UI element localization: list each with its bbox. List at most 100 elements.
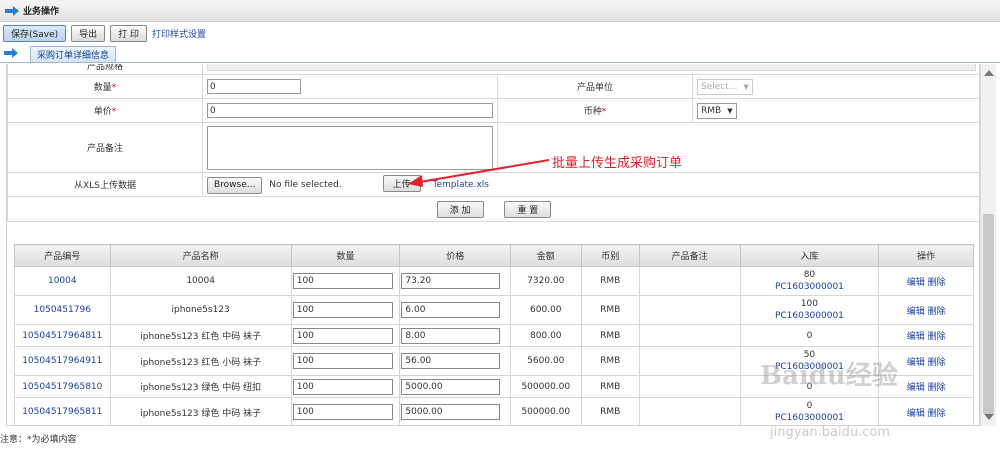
note: [638, 266, 741, 296]
required-mark: *: [111, 107, 117, 117]
col-header-amount: 金额: [510, 244, 582, 267]
edit-link[interactable]: 编辑: [907, 332, 925, 342]
currency: RMB: [580, 346, 640, 376]
col-header-note: 产品备注: [638, 244, 741, 267]
price-cell: 8.00: [399, 324, 512, 347]
note: [638, 295, 741, 325]
add-button[interactable]: 添 加: [436, 200, 484, 218]
print-settings-link[interactable]: 打印样式设置: [152, 27, 206, 40]
delete-link[interactable]: 删除: [928, 278, 946, 288]
order-items-table: 产品编号 产品名称 数量 价格 金额 币别 产品备注 入库 操作 10004 1…: [14, 244, 974, 425]
chevron-down-icon: ▼: [727, 106, 733, 115]
currency-label-text: 币种: [583, 107, 602, 117]
tab-order-detail[interactable]: 采购订单详细信息: [30, 46, 117, 62]
qty-cell: 100: [290, 397, 401, 425]
table-row: 10504517964811 iphone5s123 红色 中码 袜子 100 …: [14, 324, 974, 347]
row-price-input[interactable]: 5000.00: [401, 404, 501, 420]
delete-link[interactable]: 删除: [928, 383, 946, 393]
product-code-link[interactable]: 10504517964811: [14, 324, 111, 347]
currency-select[interactable]: RMB ▼: [697, 102, 737, 119]
note-label: 产品备注: [7, 122, 203, 173]
arrow-right-icon: [4, 48, 18, 58]
edit-link[interactable]: 编辑: [907, 278, 925, 288]
delete-link[interactable]: 删除: [928, 332, 946, 342]
currency: RMB: [580, 375, 640, 398]
currency-cell: RMB ▼: [692, 98, 979, 123]
scroll-up-icon[interactable]: [984, 70, 994, 76]
product-code-link[interactable]: 10004: [14, 266, 111, 296]
actions-cell: 编辑 删除: [878, 324, 974, 347]
edit-link[interactable]: 编辑: [907, 383, 925, 393]
table-row: 1050451796 iphone5s123 100 6.00 600.00 R…: [14, 295, 974, 325]
tab-bar: 采购订单详细信息: [0, 45, 1000, 63]
product-code-link[interactable]: 10504517965810: [14, 375, 111, 398]
amount: 500000.00: [510, 375, 582, 398]
price-cell: 0: [202, 98, 498, 123]
actions-cell: 编辑 删除: [878, 397, 974, 425]
note: [638, 375, 741, 398]
browse-button[interactable]: Browse...: [207, 176, 263, 194]
required-mark: *: [111, 83, 117, 93]
vertical-scrollbar[interactable]: [980, 64, 996, 426]
stock-ref-link[interactable]: PC1603000001: [775, 281, 844, 293]
table-row: 10504517965811 iphone5s123 绿色 中码 袜子 100 …: [14, 397, 974, 425]
qty-input[interactable]: 0: [207, 79, 301, 94]
panel-header: 业务操作: [0, 0, 1000, 22]
qty-cell: 100: [290, 324, 401, 347]
delete-link[interactable]: 删除: [928, 307, 946, 317]
edit-link[interactable]: 编辑: [907, 409, 925, 419]
product-code-link[interactable]: 10504517965811: [14, 397, 111, 425]
row-qty-input[interactable]: 100: [292, 273, 393, 289]
stock-ref-link[interactable]: PC1603000001: [775, 412, 844, 424]
chevron-down-icon: ▼: [743, 82, 749, 91]
stock-qty: 0: [806, 401, 813, 411]
row-price-input[interactable]: 56.00: [401, 353, 501, 369]
price-label-text: 单价: [93, 107, 112, 117]
product-code-link[interactable]: 1050451796: [14, 295, 111, 325]
currency-select-value: RMB: [701, 105, 722, 116]
product-code-link[interactable]: 10504517964911: [14, 346, 111, 376]
reset-button[interactable]: 重 置: [504, 200, 552, 218]
unit-select-value: Select...: [701, 81, 738, 92]
scroll-thumb[interactable]: [983, 214, 994, 414]
spec-field[interactable]: [207, 64, 976, 71]
stock-cell: 100 PC1603000001: [739, 295, 880, 325]
row-price-input[interactable]: 73.20: [401, 273, 501, 289]
stock-ref-link[interactable]: PC1603000001: [775, 310, 844, 322]
save-button[interactable]: 保存(Save): [3, 24, 67, 42]
currency: RMB: [580, 295, 640, 325]
row-price-input[interactable]: 8.00: [401, 327, 501, 344]
qty-label-text: 数量: [93, 83, 112, 93]
xls-cell: Browse... No file selected. 上传 Template.…: [202, 172, 979, 197]
price-label: 单价*: [7, 98, 203, 123]
row-price-input[interactable]: 5000.00: [401, 378, 501, 395]
qty-label: 数量*: [7, 74, 203, 99]
qty-cell: 100: [290, 375, 401, 398]
file-status: No file selected.: [269, 180, 342, 191]
row-qty-input[interactable]: 100: [292, 378, 393, 395]
baidu-watermark-url: jingyan.baidu.com: [770, 425, 890, 440]
row-qty-input[interactable]: 100: [292, 302, 393, 318]
spec-cell: [202, 64, 979, 75]
unit-select[interactable]: Select... ▼: [697, 78, 753, 95]
row-qty-input[interactable]: 100: [292, 353, 393, 369]
price-cell: 5000.00: [399, 397, 512, 425]
row-price-input[interactable]: 6.00: [401, 302, 501, 318]
amount: 800.00: [510, 324, 582, 347]
export-button[interactable]: 导出: [71, 24, 106, 42]
table-header-row: 产品编号 产品名称 数量 价格 金额 币别 产品备注 入库 操作: [14, 244, 974, 267]
row-qty-input[interactable]: 100: [292, 404, 393, 420]
print-button[interactable]: 打 印: [110, 24, 148, 42]
edit-link[interactable]: 编辑: [907, 307, 925, 317]
price-input[interactable]: 0: [207, 103, 493, 118]
col-header-code: 产品编号: [14, 244, 111, 267]
col-header-actions: 操作: [878, 244, 974, 267]
edit-link[interactable]: 编辑: [907, 358, 925, 368]
delete-link[interactable]: 删除: [928, 358, 946, 368]
currency: RMB: [580, 324, 640, 347]
note: [638, 324, 741, 347]
row-qty-input[interactable]: 100: [292, 327, 393, 344]
scroll-down-icon[interactable]: [984, 414, 994, 420]
delete-link[interactable]: 删除: [928, 409, 946, 419]
qty-cell: 0: [202, 74, 498, 99]
